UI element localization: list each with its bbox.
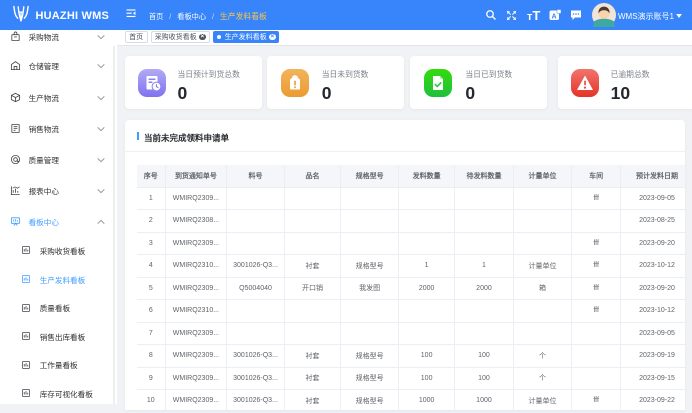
- svg-text:A: A: [551, 14, 556, 21]
